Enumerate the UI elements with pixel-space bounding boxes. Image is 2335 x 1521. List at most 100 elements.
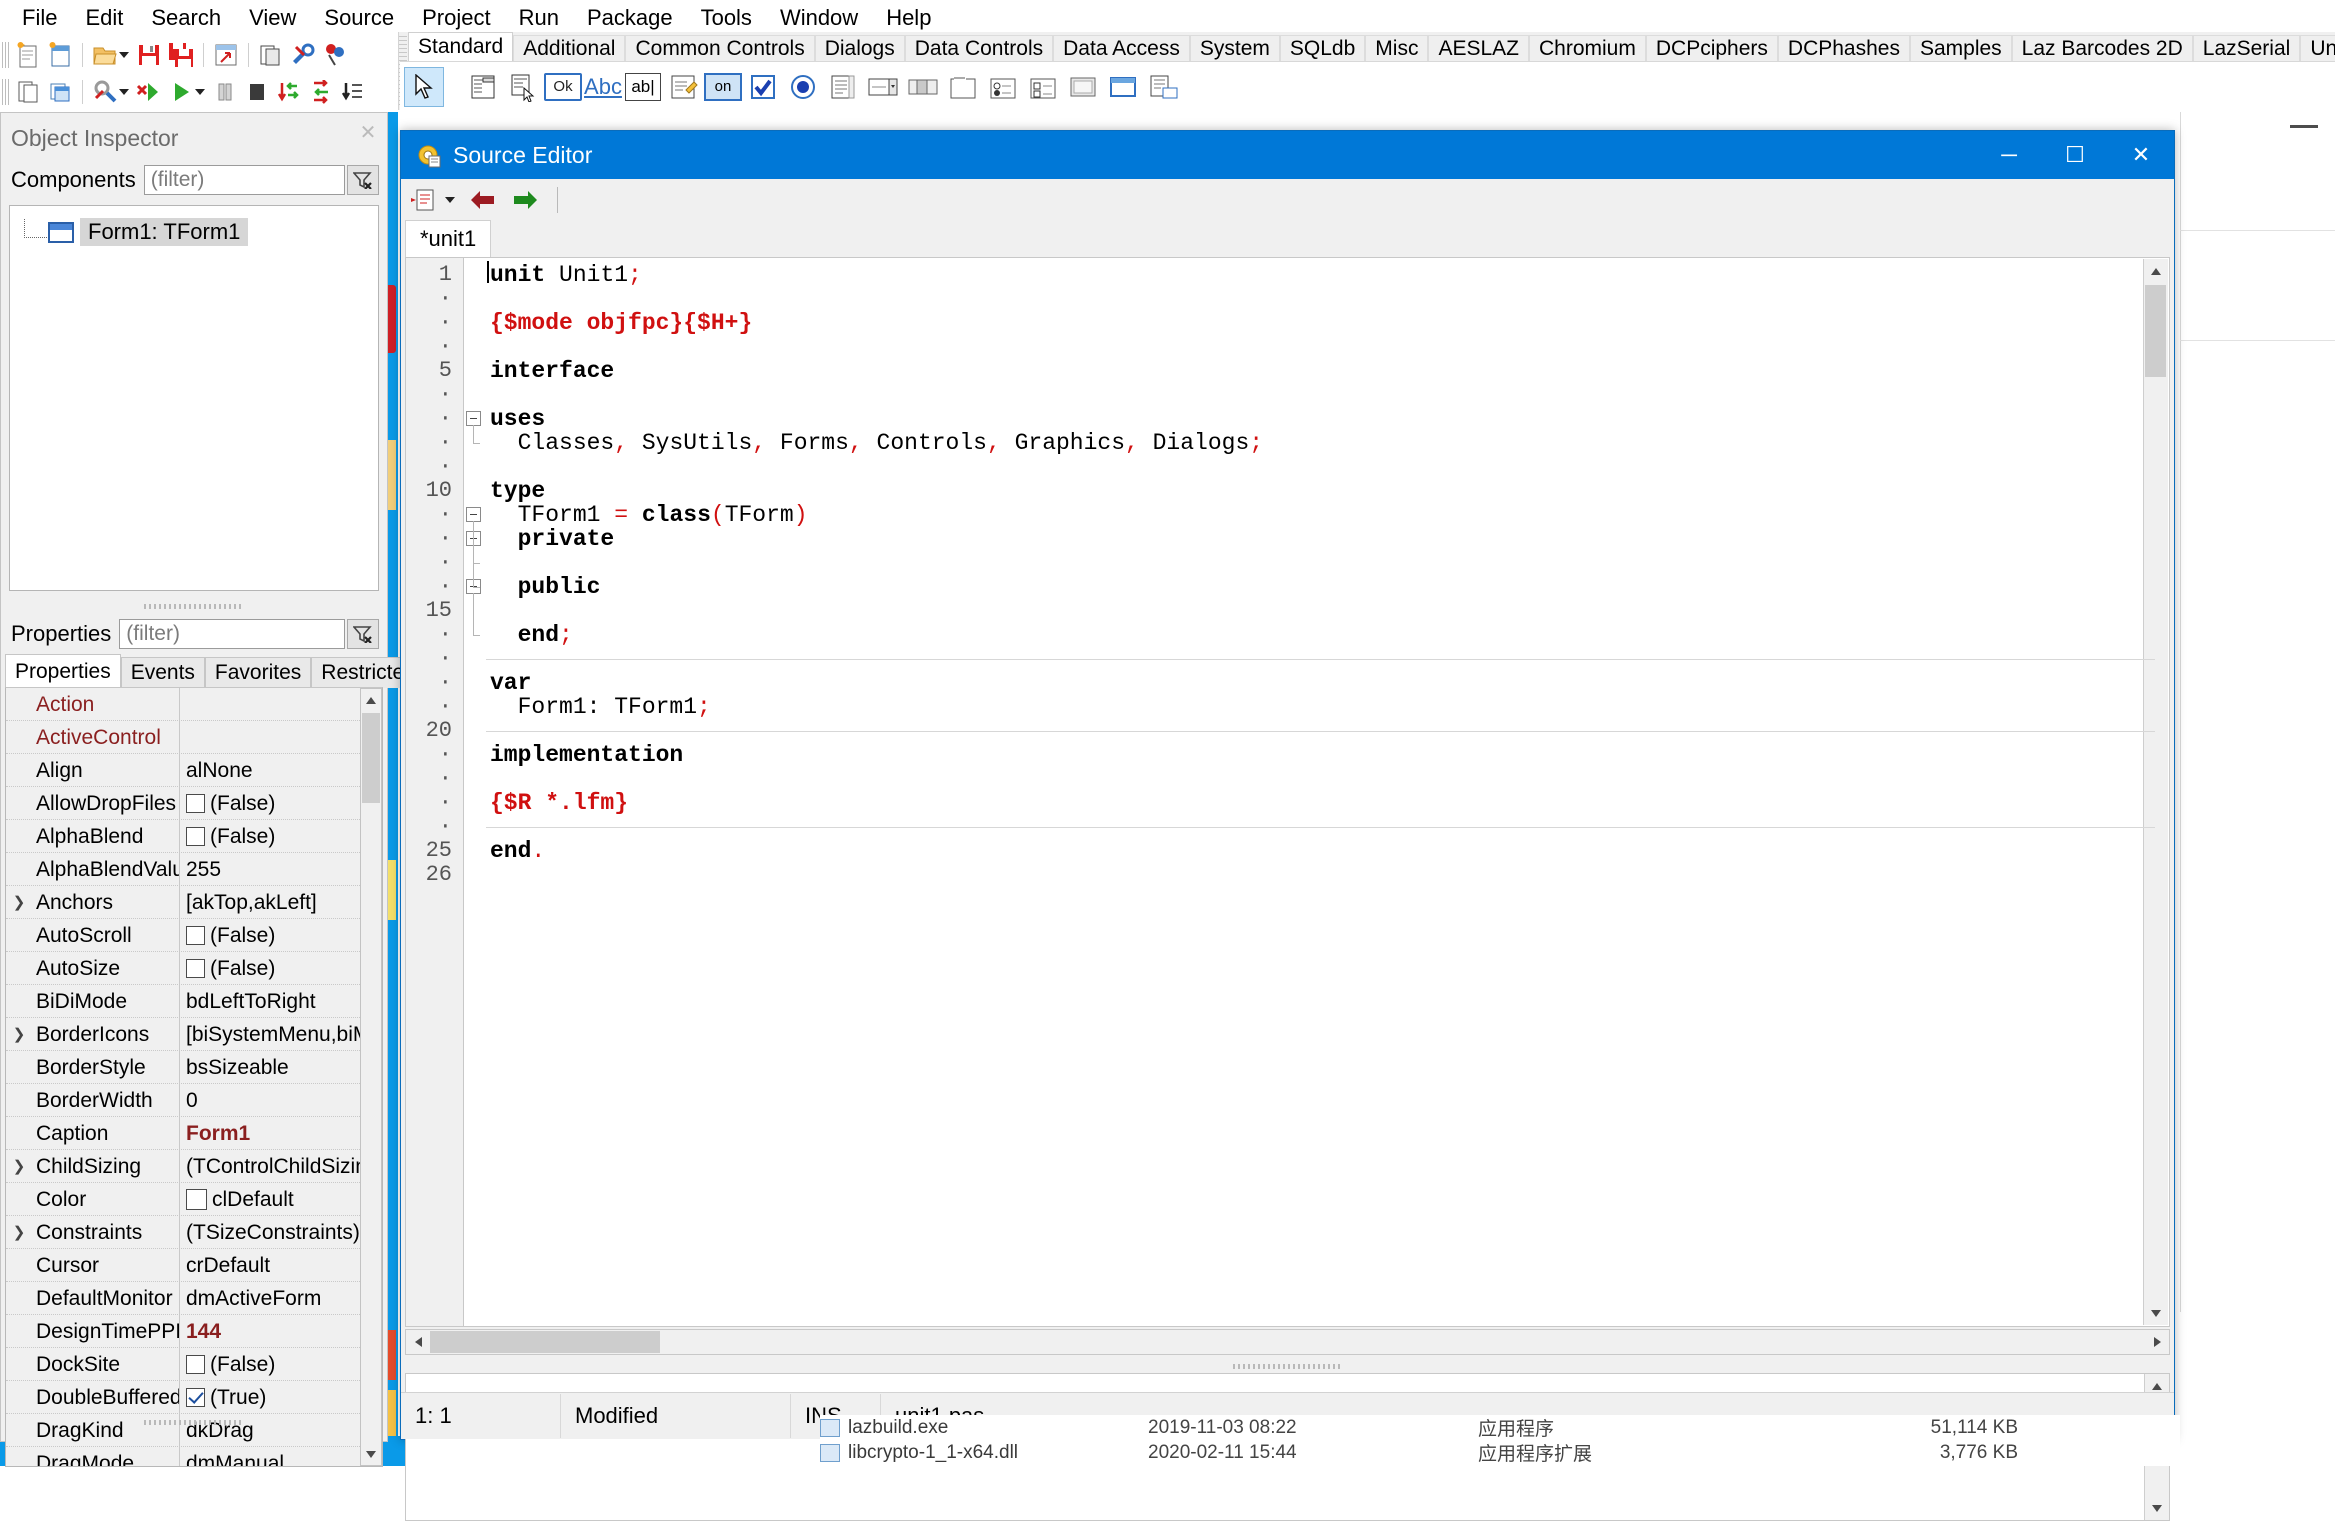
property-value[interactable]: 255 xyxy=(180,853,382,886)
fold-toggle-icon[interactable] xyxy=(464,503,486,527)
palette-tab-sqldb[interactable]: SQLdb xyxy=(1279,35,1366,61)
code-line[interactable] xyxy=(490,599,2169,623)
view-units-button[interactable] xyxy=(256,40,286,70)
property-row[interactable]: Action xyxy=(6,688,382,721)
property-checkbox[interactable] xyxy=(186,826,205,846)
code-line[interactable] xyxy=(490,455,2169,479)
pause-button[interactable] xyxy=(210,77,240,107)
property-row[interactable]: BorderWidth 0 xyxy=(6,1083,382,1117)
code-folding-column[interactable] xyxy=(464,258,486,1326)
editor-scroll-up-icon[interactable] xyxy=(2144,259,2168,283)
code-line[interactable] xyxy=(490,383,2169,407)
palette-tab-aeslaz[interactable]: AESLAZ xyxy=(1428,35,1529,61)
editor-scroll-thumb[interactable] xyxy=(2145,285,2166,377)
scroll-up-icon[interactable] xyxy=(361,689,381,711)
save-button[interactable] xyxy=(134,40,164,70)
tactionlist-component[interactable] xyxy=(1144,68,1182,106)
code-line[interactable]: var xyxy=(490,671,2169,695)
tab-favorites[interactable]: Favorites xyxy=(204,657,312,688)
palette-tab-additional[interactable]: Additional xyxy=(513,35,626,61)
property-checkbox[interactable] xyxy=(186,793,205,813)
palette-tab-samples[interactable]: Samples xyxy=(1909,35,2012,61)
properties-scrollbar[interactable] xyxy=(360,688,382,1466)
code-line[interactable] xyxy=(490,863,2169,887)
palette-tab-data-access[interactable]: Data Access xyxy=(1053,35,1190,61)
properties-grid[interactable]: Action ActiveControl Align alNone AllowDropF… xyxy=(5,687,383,1467)
expand-arrow-icon[interactable]: ❯ xyxy=(6,1223,32,1241)
open-button[interactable] xyxy=(90,40,120,70)
tlabel-component[interactable]: Abc xyxy=(584,68,622,106)
jump-forward-button[interactable] xyxy=(509,184,541,216)
fold-toggle-icon[interactable] xyxy=(464,407,486,431)
toolbar-grip-2[interactable] xyxy=(2,78,9,105)
fold-toggle-icon[interactable] xyxy=(464,527,486,551)
editor-horizontal-scrollbar[interactable] xyxy=(405,1329,2170,1355)
property-value[interactable]: clDefault xyxy=(180,1183,382,1216)
source-editor-pane-splitter[interactable] xyxy=(401,1359,2174,1373)
tmainmenu-component[interactable] xyxy=(464,68,502,106)
property-row[interactable]: AlphaBlendValu 255 xyxy=(6,852,382,886)
tgroupbox-component[interactable] xyxy=(944,68,982,106)
tcheckbox-component[interactable] xyxy=(744,68,782,106)
property-value[interactable]: (TSizeConstraints) xyxy=(180,1216,382,1249)
tframe-component[interactable] xyxy=(1104,68,1142,106)
property-value[interactable]: crDefault xyxy=(180,1249,382,1282)
palette-tab-lazserial[interactable]: LazSerial xyxy=(2192,35,2301,61)
components-filter-clear-icon[interactable] xyxy=(347,165,379,195)
property-checkbox[interactable] xyxy=(186,1387,205,1407)
menu-item-search[interactable]: Search xyxy=(137,2,235,34)
window-maximize-button[interactable]: ☐ xyxy=(2042,131,2108,179)
tcheckgroup-component[interactable] xyxy=(1024,68,1062,106)
secondary-scroll-down-icon[interactable] xyxy=(2145,1496,2169,1520)
view-forms-button[interactable] xyxy=(13,77,43,107)
property-color-swatch[interactable] xyxy=(186,1188,207,1210)
property-value[interactable]: dmManual xyxy=(180,1447,382,1467)
menu-item-file[interactable]: File xyxy=(8,2,71,34)
step-into-button[interactable] xyxy=(274,77,304,107)
palette-tab-common-controls[interactable]: Common Controls xyxy=(625,35,815,61)
property-row[interactable]: ❯ Anchors [akTop,akLeft] xyxy=(6,885,382,919)
editor-scroll-down-icon[interactable] xyxy=(2144,1301,2168,1325)
build-button[interactable] xyxy=(90,77,120,107)
code-line[interactable]: end. xyxy=(490,839,2169,863)
tscrollbar-component[interactable] xyxy=(904,68,942,106)
property-value[interactable]: (False) xyxy=(180,952,382,985)
toggle-unit-form-button[interactable] xyxy=(45,77,75,107)
unit-list-button[interactable] xyxy=(407,184,439,216)
property-row[interactable]: AutoSize (False) xyxy=(6,951,382,985)
tpopupmenu-component[interactable] xyxy=(504,68,542,106)
run-without-debug-button[interactable] xyxy=(134,77,164,107)
code-line[interactable] xyxy=(490,767,2169,791)
property-checkbox[interactable] xyxy=(186,1354,205,1374)
window-close-button[interactable]: ✕ xyxy=(2108,131,2174,179)
property-row[interactable]: BorderStyle bsSizeable xyxy=(6,1050,382,1084)
property-row[interactable]: ❯ ChildSizing (TControlChildSizin xyxy=(6,1149,382,1183)
open-dropdown-button[interactable] xyxy=(119,51,129,58)
menu-item-window[interactable]: Window xyxy=(766,2,872,34)
property-value[interactable]: (False) xyxy=(180,787,382,820)
editor-tab-unit1[interactable]: *unit1 xyxy=(405,220,492,257)
new-form-button[interactable] xyxy=(45,40,75,70)
property-value[interactable]: (False) xyxy=(180,820,382,853)
code-line[interactable]: end; xyxy=(490,623,2169,647)
code-line[interactable]: interface xyxy=(490,359,2169,383)
fold-minus-icon[interactable] xyxy=(466,411,481,426)
tpanel-component[interactable] xyxy=(1064,68,1102,106)
menu-item-help[interactable]: Help xyxy=(872,2,945,34)
code-line[interactable] xyxy=(490,551,2169,575)
components-filter-input[interactable]: (filter) xyxy=(143,165,345,195)
property-value[interactable]: [biSystemMenu,biM xyxy=(180,1018,382,1051)
property-row[interactable]: Cursor crDefault xyxy=(6,1248,382,1282)
file-row[interactable]: libcrypto-1_1-x64.dll 2020-02-11 15:44 应… xyxy=(820,1440,2180,1465)
code-line[interactable]: uses xyxy=(490,407,2169,431)
palette-tab-chromium[interactable]: Chromium xyxy=(1529,35,1646,61)
menu-item-project[interactable]: Project xyxy=(408,2,504,34)
code-line[interactable]: {$mode objfpc}{$H+} xyxy=(490,311,2169,335)
object-inspector-bottom-grip[interactable] xyxy=(1,1417,387,1429)
palette-tab-unidac-providers[interactable]: UniDAC Providers xyxy=(2300,35,2335,61)
object-inspector-splitter[interactable] xyxy=(1,600,387,613)
code-line[interactable]: {$R *.lfm} xyxy=(490,791,2169,815)
save-all-button[interactable] xyxy=(166,40,196,70)
build-dropdown-button[interactable] xyxy=(119,88,129,95)
property-row[interactable]: DoubleBuffered (True) xyxy=(6,1380,382,1414)
